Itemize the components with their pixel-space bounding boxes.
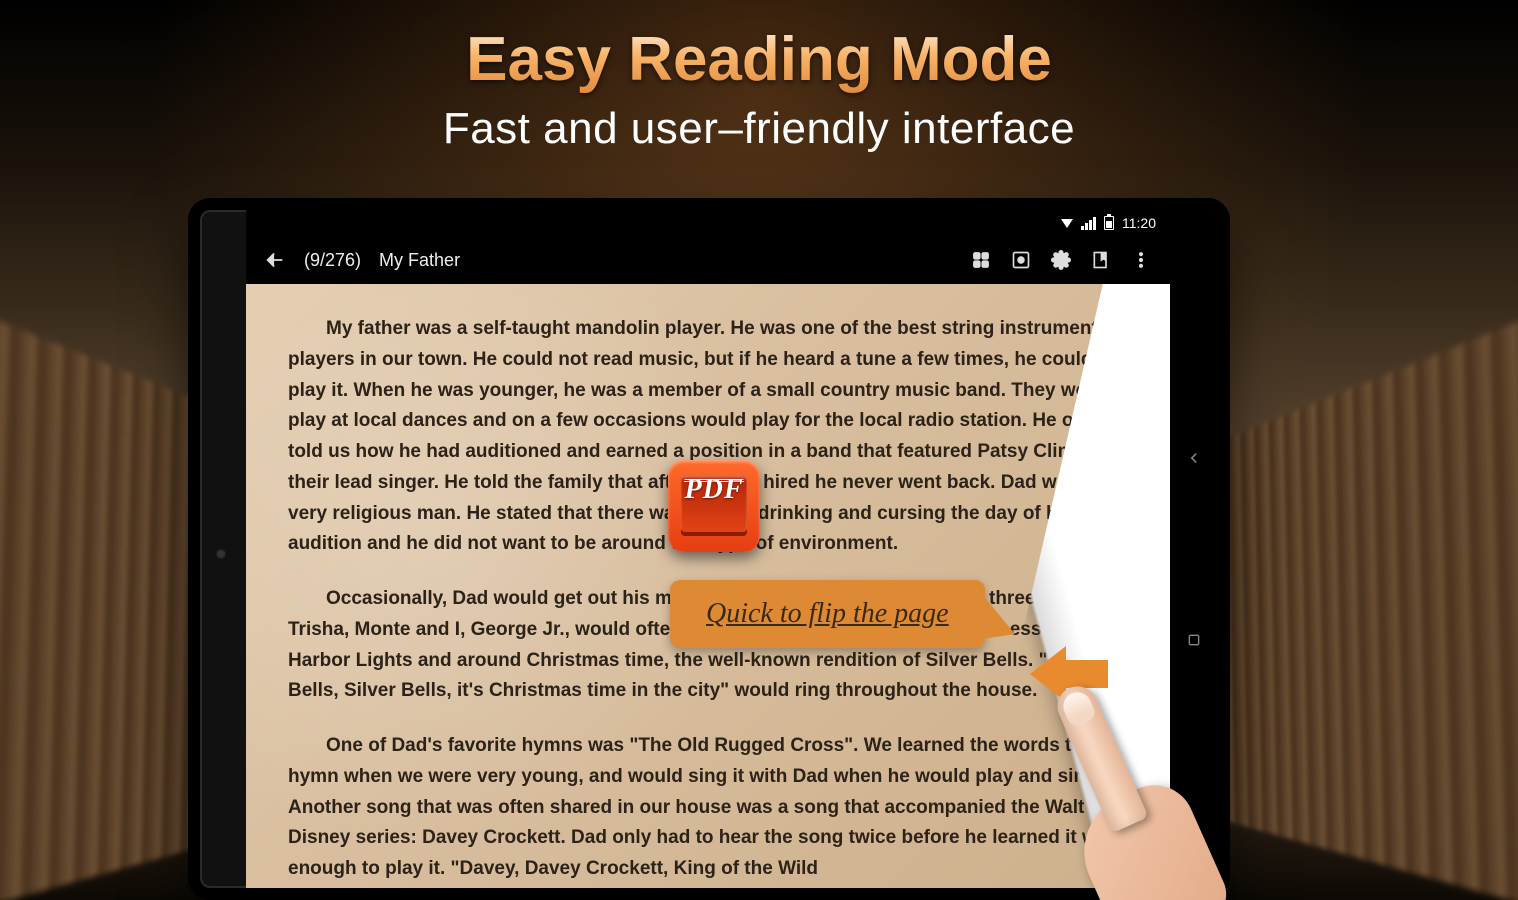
document-title: My Father [379,250,460,271]
page-counter: (9/276) [304,250,361,271]
status-time: 11:20 [1122,215,1156,231]
signal-icon [1081,217,1096,230]
device-back-button[interactable] [1183,447,1205,469]
hero-title: Easy Reading Mode [0,24,1518,95]
wifi-icon [1061,219,1073,228]
display-settings-button[interactable] [1010,249,1032,271]
hero-subtitle: Fast and user–friendly interface [0,104,1518,154]
back-button[interactable] [264,249,286,271]
flip-callout: Quick to flip the page [670,580,985,648]
promo-backdrop: Easy Reading Mode Fast and user–friendly… [0,0,1518,900]
battery-icon [1104,216,1114,230]
bookmark-button[interactable] [1090,249,1112,271]
settings-button[interactable] [1050,249,1072,271]
device-recents-button[interactable] [1183,629,1205,651]
thumbnails-button[interactable] [970,249,992,271]
pdf-app-icon: PDF [668,460,760,552]
reader-toolbar: (9/276) My Father [246,236,1170,284]
status-bar: 11:20 [246,210,1170,236]
pdf-app-icon-label: PDF [685,474,744,506]
overflow-menu-button[interactable] [1130,249,1152,271]
